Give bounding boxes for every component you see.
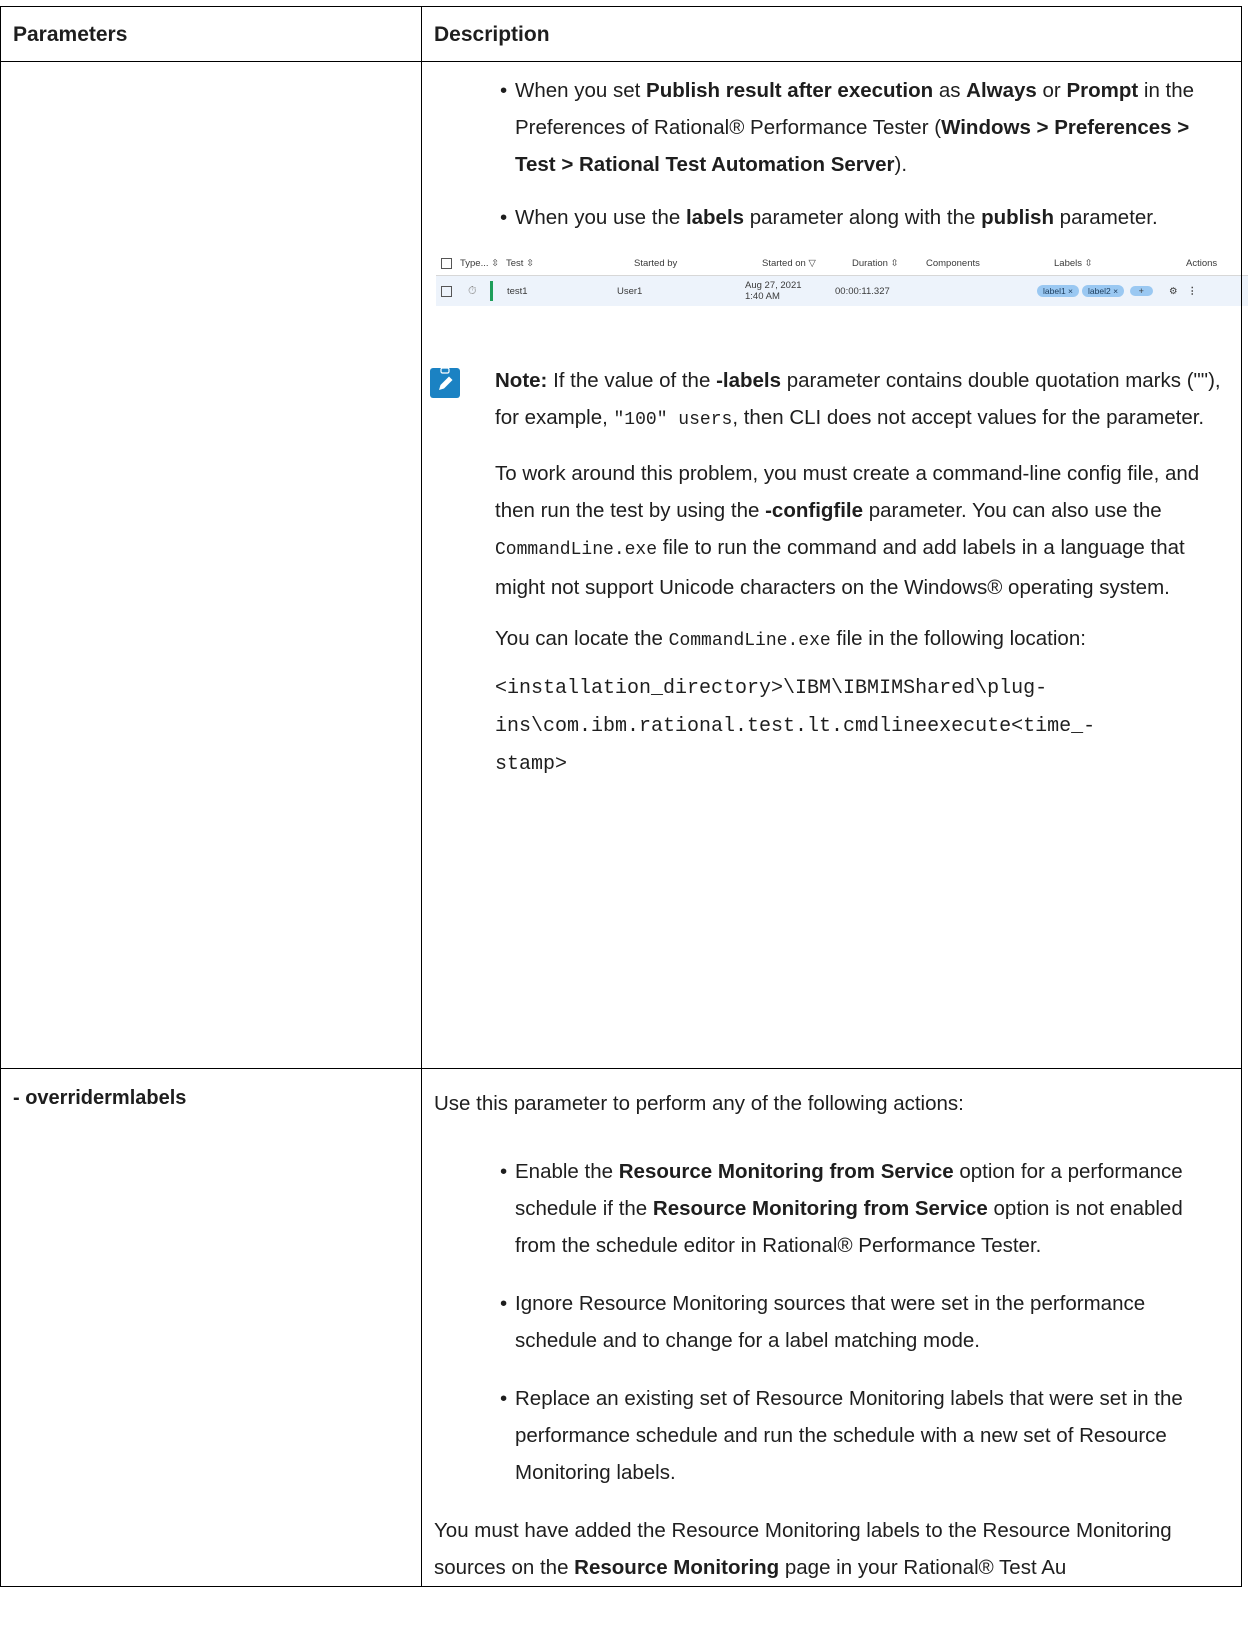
label-pill: label2 × [1082, 285, 1125, 297]
col-started-by: Started by [634, 257, 678, 269]
list-item: • When you use the labels parameter along… [500, 206, 1158, 229]
col-actions: Actions [1186, 257, 1218, 269]
list-item: • Enable the Resource Monitoring from Ser… [500, 1160, 1183, 1257]
table-row-labels-continued: • When you set Publish result after execu… [0, 61, 1248, 1069]
param-cell-empty [0, 61, 422, 1069]
test-type-icon: ⏱ [468, 284, 477, 297]
sort-icon: ⇳ [1084, 257, 1093, 269]
sort-desc-icon: ▽ [808, 257, 816, 269]
document-page: Parameters Description • When you set Pub… [0, 0, 1248, 1644]
param-name: - overridermlabels [13, 1087, 187, 1109]
sort-icon: ⇳ [526, 257, 535, 269]
bullet-text: When you set Publish result after execut… [515, 79, 1195, 176]
sort-icon: ⇳ [491, 257, 500, 269]
col-duration: Duration ⇳ [852, 257, 899, 269]
results-table-screenshot: Type... ⇳ Test ⇳ Started by Started on ▽… [436, 251, 1248, 306]
bullet-text: When you use the labels parameter along … [515, 206, 1158, 229]
list-item: • When you set Publish result after execu… [500, 79, 1195, 176]
list-item: • Replace an existing set of Resource Mon… [500, 1387, 1183, 1484]
cell-test: test1 [507, 285, 528, 297]
label-pill: label1 × [1037, 285, 1080, 297]
param-cell: - overridermlabels [0, 1068, 422, 1587]
settings-icon: ⚙ [1169, 285, 1178, 297]
add-label-button: + [1129, 286, 1153, 296]
col-test: Test ⇳ [506, 257, 535, 269]
list-item: • Ignore Resource Monitoring sources that… [500, 1292, 1146, 1352]
description-cell: Use this parameter to perform any of the… [421, 1068, 1242, 1587]
pencil-note-icon [430, 367, 460, 398]
row-checkbox [441, 285, 452, 297]
cell-started-on: Aug 27, 2021 1:40 AM [745, 280, 802, 302]
publish-conditions-list: • When you set Publish result after execu… [422, 72, 1217, 236]
note-block: Note: If the value of the -labels parame… [422, 362, 1241, 784]
col-type: Type... ⇳ [460, 257, 500, 269]
note-paragraph-2: To work around this problem, you must cr… [495, 462, 1200, 599]
more-icon: ⋮ [1187, 285, 1198, 297]
description-cell: • When you set Publish result after execu… [421, 61, 1248, 1069]
header-parameters: Parameters [0, 6, 422, 62]
table-header-row: Parameters Description [0, 6, 1242, 62]
cell-started-by: User1 [617, 285, 643, 297]
select-all-checkbox [441, 257, 452, 269]
screenshot-data-row: ⏱ test1 User1 Aug 27, 2021 1:40 AM 00:00:… [436, 276, 1248, 306]
actions-list: • Enable the Resource Monitoring from Ser… [422, 1153, 1241, 1491]
col-labels: Labels ⇳ [1054, 257, 1093, 269]
parameters-table: Parameters Description • When you set Pub… [0, 6, 1248, 1587]
tail-text: You must have added the Resource Monitor… [434, 1519, 1172, 1579]
sort-icon: ⇳ [890, 257, 899, 269]
col-started-on: Started on ▽ [762, 257, 816, 269]
screenshot-header-row: Type... ⇳ Test ⇳ Started by Started on ▽… [436, 251, 1248, 276]
note-text: Note: If the value of the -labels parame… [495, 362, 1221, 784]
note-paragraph-3: You can locate the CommandLine.exe file … [495, 627, 1086, 651]
install-path: <installation_directory>\IBM\IBMIMShared… [495, 677, 1096, 776]
intro-text: Use this parameter to perform any of the… [434, 1092, 964, 1115]
cell-labels: label1 × label2 × + [1037, 285, 1165, 297]
col-components: Components [926, 257, 980, 269]
header-description: Description [421, 6, 1242, 62]
cell-duration: 00:00:11.327 [835, 285, 890, 297]
note-label: Note: [495, 369, 548, 392]
status-bar [490, 281, 493, 301]
note-paragraph-1: Note: If the value of the -labels parame… [495, 369, 1221, 430]
table-row-overridermlabels: - overridermlabels Use this parameter to… [0, 1068, 1242, 1587]
